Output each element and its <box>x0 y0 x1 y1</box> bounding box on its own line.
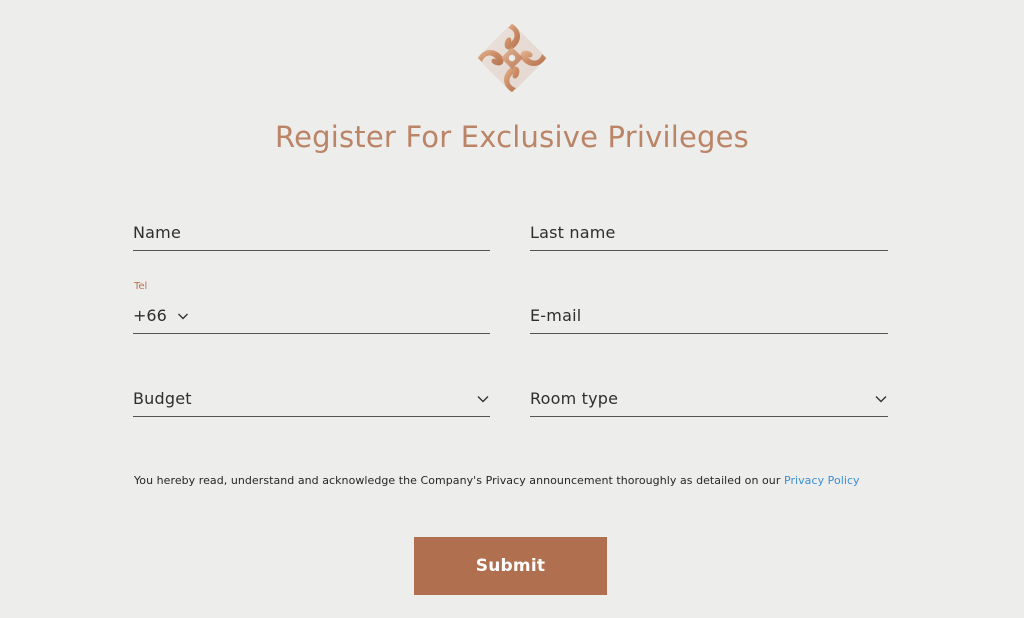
chevron-down-icon[interactable] <box>177 312 189 321</box>
room-type-selected-value: Room type <box>530 389 619 408</box>
privacy-policy-link[interactable]: Privacy Policy <box>784 474 860 487</box>
consent-statement: You hereby read, understand and acknowle… <box>134 474 784 487</box>
page-title: Register For Exclusive Privileges <box>275 120 749 154</box>
name-placeholder: Name <box>133 223 182 242</box>
chevron-down-icon[interactable] <box>874 394 888 404</box>
chevron-down-icon[interactable] <box>476 394 490 404</box>
last-name-placeholder: Last name <box>530 223 616 242</box>
budget-selected-value: Budget <box>133 389 192 408</box>
last-name-field[interactable]: Last name <box>530 210 888 251</box>
budget-select[interactable]: Budget <box>133 376 490 417</box>
tel-field[interactable]: +66 <box>133 293 490 334</box>
country-code-select[interactable]: +66 <box>133 306 167 325</box>
tel-label: Tel <box>134 281 148 292</box>
name-field[interactable]: Name <box>133 210 490 251</box>
privacy-consent-text: You hereby read, understand and acknowle… <box>134 474 894 487</box>
email-placeholder: E-mail <box>530 306 582 325</box>
brand-logo-icon <box>477 23 547 93</box>
room-type-select[interactable]: Room type <box>530 376 888 417</box>
submit-button[interactable]: Submit <box>414 537 607 595</box>
email-field[interactable]: E-mail <box>530 293 888 334</box>
